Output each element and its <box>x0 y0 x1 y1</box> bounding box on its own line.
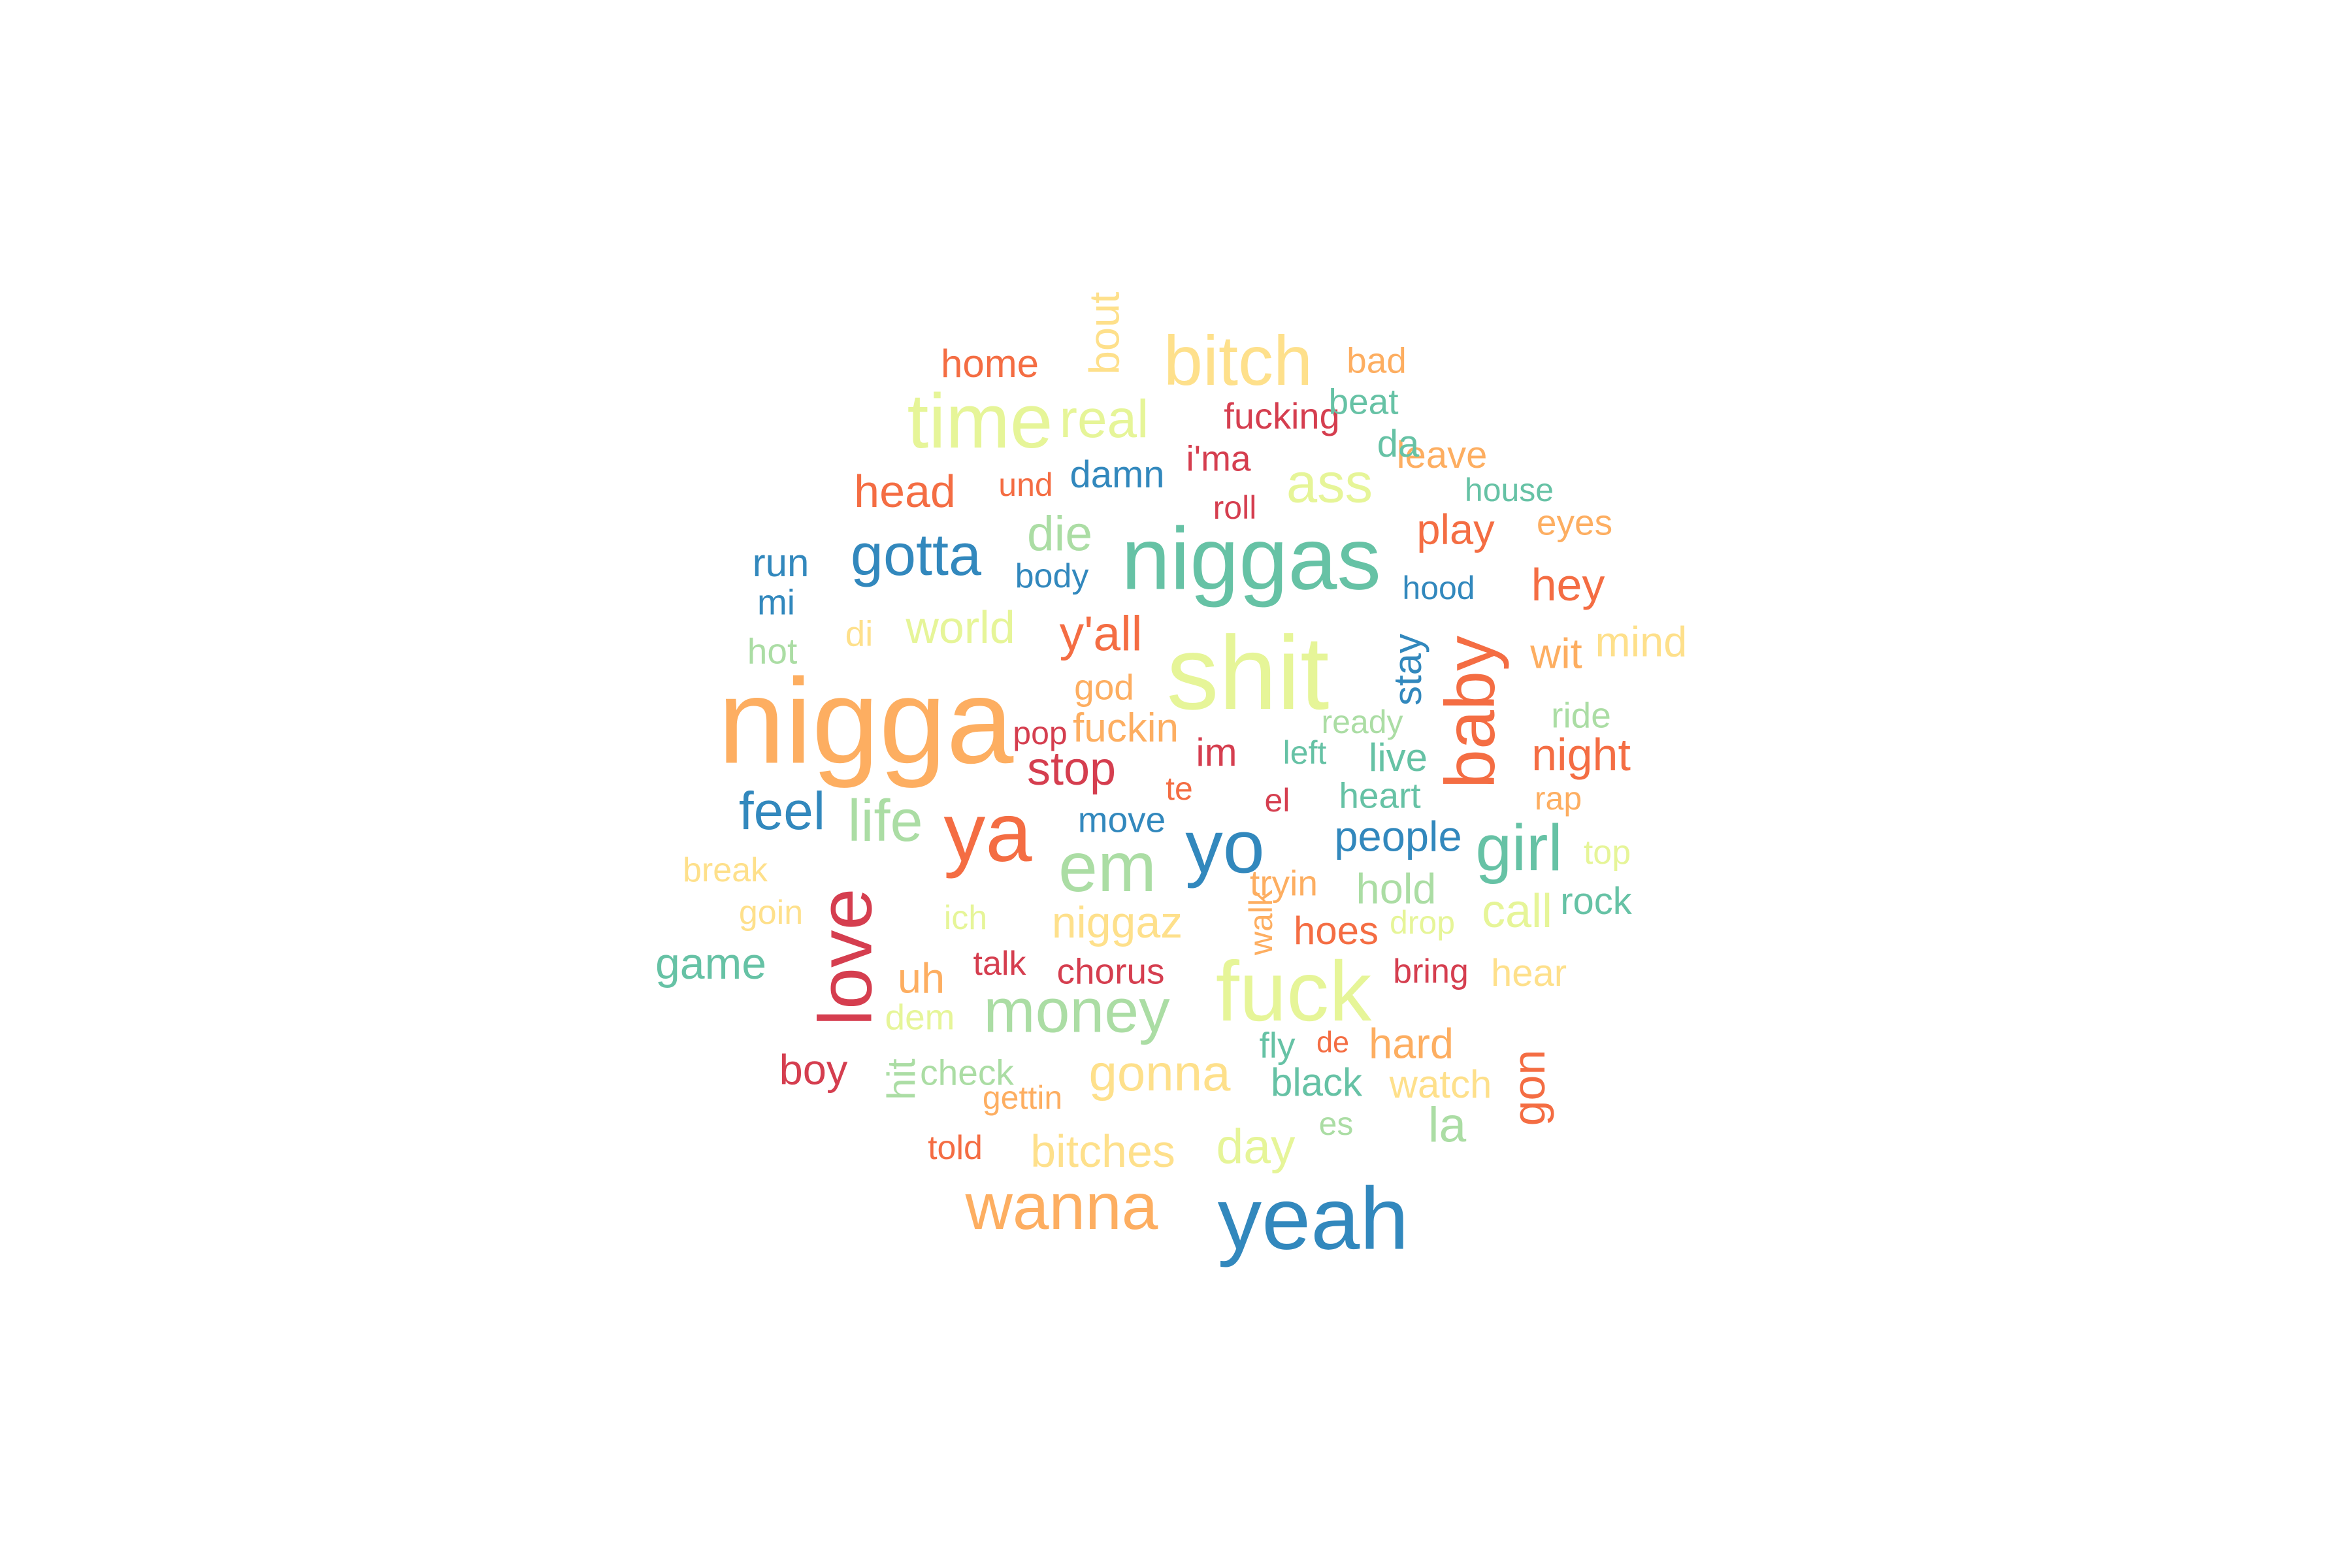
word-51: im <box>1196 730 1237 774</box>
word-13: em <box>1058 827 1157 906</box>
word-50: damn <box>1070 453 1165 496</box>
word-38: hoes <box>1293 909 1379 953</box>
word-57: heart <box>1339 775 1421 816</box>
word-59: fucking <box>1224 395 1340 436</box>
word-cloud: nigga shit yeah niggas fuck love baby ya yo time b… <box>0 0 2352 1568</box>
word-65: house <box>1464 472 1554 508</box>
word-20: gonna <box>1088 1044 1231 1102</box>
word-45: uh <box>897 954 945 1002</box>
word-1: shit <box>1166 614 1330 731</box>
word-79: te <box>1166 770 1193 807</box>
word-48: stay <box>1386 633 1429 706</box>
word-58: live <box>1368 736 1428 779</box>
word-17: feel <box>738 781 826 841</box>
word-86: check <box>920 1052 1014 1093</box>
word-25: bitches <box>1030 1126 1175 1177</box>
word-98: roll <box>1213 489 1257 526</box>
word-53: god <box>1074 666 1134 708</box>
word-16: life <box>847 789 923 854</box>
word-64: da <box>1377 423 1420 465</box>
word-91: break <box>682 851 768 889</box>
word-93: di <box>845 613 874 654</box>
word-60: bad <box>1347 340 1407 381</box>
word-68: ride <box>1551 694 1611 736</box>
word-55: watch <box>1389 1062 1492 1106</box>
word-12: wanna <box>965 1170 1158 1243</box>
word-14: girl <box>1475 811 1563 885</box>
word-43: mind <box>1595 617 1688 666</box>
word-96: body <box>1015 557 1089 595</box>
word-92: pop <box>1013 715 1068 751</box>
word-29: hey <box>1531 559 1605 610</box>
word-32: call <box>1481 885 1553 938</box>
word-28: night <box>1531 729 1631 780</box>
word-0: nigga <box>717 654 1014 789</box>
word-77: ready <box>1321 704 1403 740</box>
word-31: hard <box>1368 1019 1454 1068</box>
word-44: wit <box>1530 629 1582 678</box>
word-97: und <box>998 466 1053 503</box>
word-89: ich <box>943 899 988 937</box>
word-2: yeah <box>1217 1169 1409 1268</box>
word-19: real <box>1059 389 1149 449</box>
word-34: bout <box>1080 291 1128 375</box>
word-88: talk <box>973 945 1026 983</box>
word-40: hold <box>1356 864 1437 913</box>
word-73: drop <box>1389 904 1456 941</box>
word-83: es <box>1318 1105 1354 1142</box>
word-70: rock <box>1560 880 1632 923</box>
word-18: ass <box>1286 452 1373 515</box>
word-78: el <box>1264 782 1290 819</box>
word-27: head <box>854 466 956 517</box>
word-80: walk <box>1243 889 1279 956</box>
word-36: fuckin <box>1073 706 1179 751</box>
word-15: gotta <box>850 523 982 588</box>
word-67: hood <box>1402 570 1475 606</box>
word-72: bring <box>1393 953 1469 990</box>
word-9: time <box>907 378 1053 465</box>
word-39: play <box>1416 505 1495 553</box>
word-4: fuck <box>1215 943 1372 1039</box>
word-42: la <box>1428 1097 1467 1152</box>
word-33: world <box>906 602 1015 653</box>
word-76: left <box>1282 734 1327 771</box>
word-30: people <box>1334 812 1462 860</box>
word-47: gon <box>1503 1049 1554 1126</box>
word-71: hear <box>1490 952 1567 994</box>
word-75: rap <box>1534 780 1582 817</box>
word-95: mi <box>757 581 796 623</box>
word-69: top <box>1583 834 1631 872</box>
word-6: baby <box>1430 635 1509 789</box>
word-49: run <box>752 541 809 585</box>
word-94: hot <box>747 630 798 672</box>
word-62: i'ma <box>1186 438 1251 479</box>
word-5: love <box>804 888 888 1026</box>
word-24: day <box>1216 1119 1296 1174</box>
word-82: de <box>1316 1025 1350 1059</box>
word-7: ya <box>943 786 1032 879</box>
word-81: fly <box>1259 1024 1296 1066</box>
word-61: beat <box>1328 381 1399 422</box>
word-56: hit <box>879 1058 923 1100</box>
word-35: home <box>940 342 1039 385</box>
word-41: black <box>1270 1060 1363 1104</box>
word-46: boy <box>779 1045 848 1094</box>
word-3: niggas <box>1121 509 1381 608</box>
word-52: move <box>1077 799 1166 840</box>
word-37: game <box>655 939 767 988</box>
word-23: stop <box>1026 743 1117 795</box>
word-66: eyes <box>1536 502 1613 543</box>
word-10: bitch <box>1163 321 1313 400</box>
word-54: chorus <box>1056 951 1165 992</box>
word-26: niggaz <box>1051 898 1183 947</box>
word-87: dem <box>885 996 955 1037</box>
word-90: goin <box>738 894 804 932</box>
word-21: y'all <box>1059 606 1143 661</box>
word-85: told <box>928 1129 983 1167</box>
word-22: die <box>1026 506 1093 561</box>
